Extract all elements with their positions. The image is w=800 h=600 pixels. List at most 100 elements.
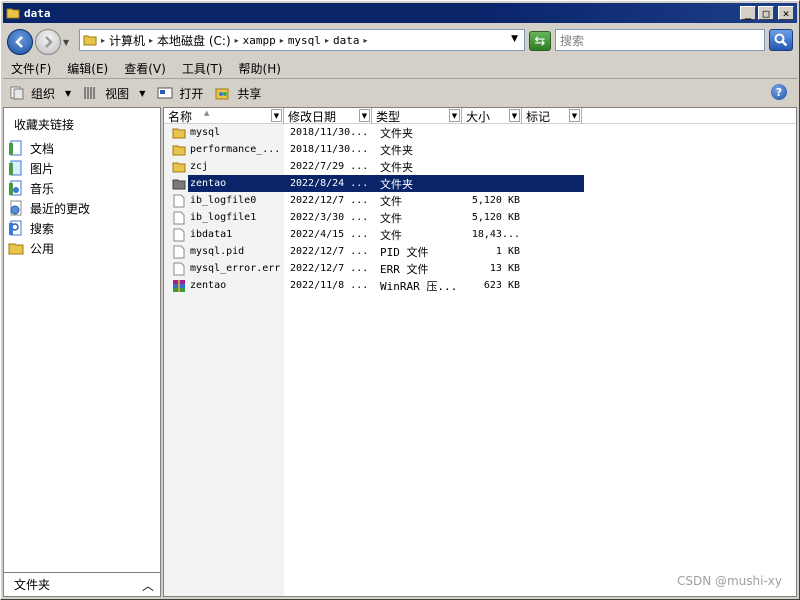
pictures-icon xyxy=(9,160,22,176)
column-header-date[interactable]: 修改日期 ▼ xyxy=(284,108,372,124)
sort-ascending-icon: ▲ xyxy=(204,109,210,117)
breadcrumb-xampp[interactable]: ▸ xampp xyxy=(235,34,276,47)
file-row[interactable]: mysql 2018/11/30... 文件夹 xyxy=(164,124,796,141)
file-row[interactable]: mysql.pid 2022/12/7 ... PID 文件 1 KB xyxy=(164,243,796,260)
menu-view[interactable]: 查看(V) xyxy=(116,60,174,77)
address-dropdown-icon[interactable]: ▼ xyxy=(511,34,518,44)
column-header-type[interactable]: 类型 ▼ xyxy=(372,108,462,124)
minimize-icon: _ xyxy=(744,6,752,20)
back-button[interactable] xyxy=(7,29,33,55)
folder-icon xyxy=(172,179,186,189)
breadcrumb-local-disk[interactable]: ▸ 本地磁盘 (C:) xyxy=(149,32,231,49)
file-row[interactable]: ibdata1 2022/4/15 ... 文件 18,43... xyxy=(164,226,796,243)
refresh-button[interactable]: ⇆ xyxy=(529,31,551,51)
recent-changes-icon xyxy=(10,200,22,216)
views-icon xyxy=(84,87,95,99)
nav-link-documents[interactable]: 文档 xyxy=(8,138,158,158)
documents-icon xyxy=(9,140,22,156)
refresh-icon: ⇆ xyxy=(534,33,546,49)
nav-link-searches[interactable]: 搜索 xyxy=(8,218,158,238)
file-icon xyxy=(173,211,185,224)
breadcrumb-arrow-icon[interactable]: ▸ xyxy=(280,36,284,45)
menu-tools[interactable]: 工具(T) xyxy=(174,60,231,77)
favorite-links-heading: 收藏夹链接 xyxy=(14,118,75,132)
column-header-tags[interactable]: 标记 ▼ xyxy=(522,108,582,124)
public-folder-icon xyxy=(8,243,24,255)
menu-edit[interactable]: 编辑(E) xyxy=(59,60,116,77)
file-row[interactable]: zentao 2022/11/8 ... WinRAR 压... 623 KB xyxy=(164,277,796,294)
breadcrumb-data[interactable]: ▸ data ▸ xyxy=(325,34,372,47)
menu-bar: 文件(F) 编辑(E) 查看(V) 工具(T) 帮助(H) xyxy=(3,59,797,79)
chevron-up-icon: ︿ xyxy=(141,579,154,593)
column-header-name[interactable]: 名称 ▲ ▼ xyxy=(164,108,284,124)
file-row[interactable]: performance_... 2018/11/30... 文件夹 xyxy=(164,141,796,158)
chevron-down-icon: ▼ xyxy=(139,88,146,98)
folders-toggle[interactable]: 文件夹 ︿ xyxy=(4,572,160,596)
history-dropdown-icon[interactable]: ▼ xyxy=(63,38,73,47)
search-icon xyxy=(774,33,788,47)
file-list-pane: 名称 ▲ ▼ 修改日期 ▼ 类型 ▼ 大小 ▼ 标记 ▼ mysql 2018/… xyxy=(163,107,797,597)
search-button[interactable] xyxy=(769,29,793,51)
chevron-down-icon: ▼ xyxy=(65,88,72,98)
nav-link-music[interactable]: 音乐 xyxy=(8,178,158,198)
file-row[interactable]: mysql_error.err 2022/12/7 ... ERR 文件 13 … xyxy=(164,260,796,277)
maximize-icon: □ xyxy=(762,6,770,20)
column-filter-dropdown[interactable]: ▼ xyxy=(359,109,370,122)
search-input[interactable]: 搜索 xyxy=(555,29,765,51)
share-icon xyxy=(215,88,229,100)
nav-link-recent-changes[interactable]: 最近的更改 xyxy=(8,198,158,218)
column-filter-dropdown[interactable]: ▼ xyxy=(449,109,460,122)
share-button[interactable]: 共享 xyxy=(209,82,267,104)
minimize-button[interactable]: _ xyxy=(740,6,756,20)
nav-link-pictures[interactable]: 图片 xyxy=(8,158,158,178)
menu-file[interactable]: 文件(F) xyxy=(3,60,59,77)
organize-icon xyxy=(10,86,24,100)
forward-button[interactable] xyxy=(35,29,61,55)
selection-highlight: zentao 2022/8/24 ... 文件夹 xyxy=(188,175,584,192)
folder-icon xyxy=(172,128,186,138)
file-row[interactable]: ib_logfile0 2022/12/7 ... 文件 5,120 KB xyxy=(164,192,796,209)
navigation-pane: 收藏夹链接 文档 图片 音乐 最近的更改 搜索 公用 文件夹 ︿ xyxy=(3,107,161,597)
music-icon xyxy=(9,180,22,196)
breadcrumb-arrow-icon[interactable]: ▸ xyxy=(363,36,367,45)
column-header-size[interactable]: 大小 ▼ xyxy=(462,108,522,124)
forward-arrow-icon xyxy=(45,36,53,48)
address-bar-row: ▼ ▸ 计算机 ▸ 本地磁盘 (C:) ▸ xampp ▸ mysql ▸ data ▸ ▼… xyxy=(3,25,797,59)
searches-icon xyxy=(9,220,22,236)
command-bar: 组织 ▼ 视图 ▼ 打开 共享 ? xyxy=(3,81,797,105)
winrar-archive-icon xyxy=(173,279,185,292)
open-button[interactable]: 打开 xyxy=(151,82,209,104)
organize-button[interactable]: 组织 ▼ xyxy=(3,82,77,104)
back-arrow-icon xyxy=(15,36,23,48)
file-icon xyxy=(173,245,185,258)
window-title: data xyxy=(24,6,51,20)
title-bar[interactable]: data _ □ ✕ xyxy=(3,3,797,23)
file-row[interactable]: ib_logfile1 2022/3/30 ... 文件 5,120 KB xyxy=(164,209,796,226)
column-filter-dropdown[interactable]: ▼ xyxy=(509,109,520,122)
folder-icon xyxy=(172,162,186,172)
open-icon xyxy=(157,87,173,99)
folder-icon xyxy=(172,145,186,155)
breadcrumb-arrow-icon[interactable]: ▸ xyxy=(149,36,153,45)
file-row[interactable]: zcj 2022/7/29 ... 文件夹 xyxy=(164,158,796,175)
help-icon[interactable]: ? xyxy=(771,84,787,100)
column-filter-dropdown[interactable]: ▼ xyxy=(271,109,282,122)
column-filter-dropdown[interactable]: ▼ xyxy=(569,109,580,122)
maximize-button[interactable]: □ xyxy=(758,6,774,20)
file-icon xyxy=(173,262,185,275)
address-bar[interactable]: ▸ 计算机 ▸ 本地磁盘 (C:) ▸ xampp ▸ mysql ▸ data ▸ ▼ xyxy=(79,29,525,51)
breadcrumb-arrow-icon[interactable]: ▸ xyxy=(235,36,239,45)
breadcrumb-computer[interactable]: ▸ 计算机 xyxy=(101,32,145,49)
close-button[interactable]: ✕ xyxy=(778,6,794,20)
file-row-selected[interactable]: zentao 2022/8/24 ... 文件夹 xyxy=(164,175,796,192)
menu-help[interactable]: 帮助(H) xyxy=(231,60,289,77)
breadcrumb-arrow-icon[interactable]: ▸ xyxy=(101,36,105,45)
breadcrumb-mysql[interactable]: ▸ mysql xyxy=(280,34,321,47)
folder-icon xyxy=(83,35,97,46)
views-button[interactable]: 视图 ▼ xyxy=(77,82,151,104)
nav-link-public[interactable]: 公用 xyxy=(8,238,158,258)
breadcrumb-arrow-icon[interactable]: ▸ xyxy=(325,36,329,45)
file-icon xyxy=(173,228,185,241)
explorer-window: data _ □ ✕ ▼ ▸ 计算机 ▸ 本地磁盘 (C:) ▸ xampp ▸ mys… xyxy=(0,0,800,600)
column-header-row: 名称 ▲ ▼ 修改日期 ▼ 类型 ▼ 大小 ▼ 标记 ▼ xyxy=(164,108,796,124)
